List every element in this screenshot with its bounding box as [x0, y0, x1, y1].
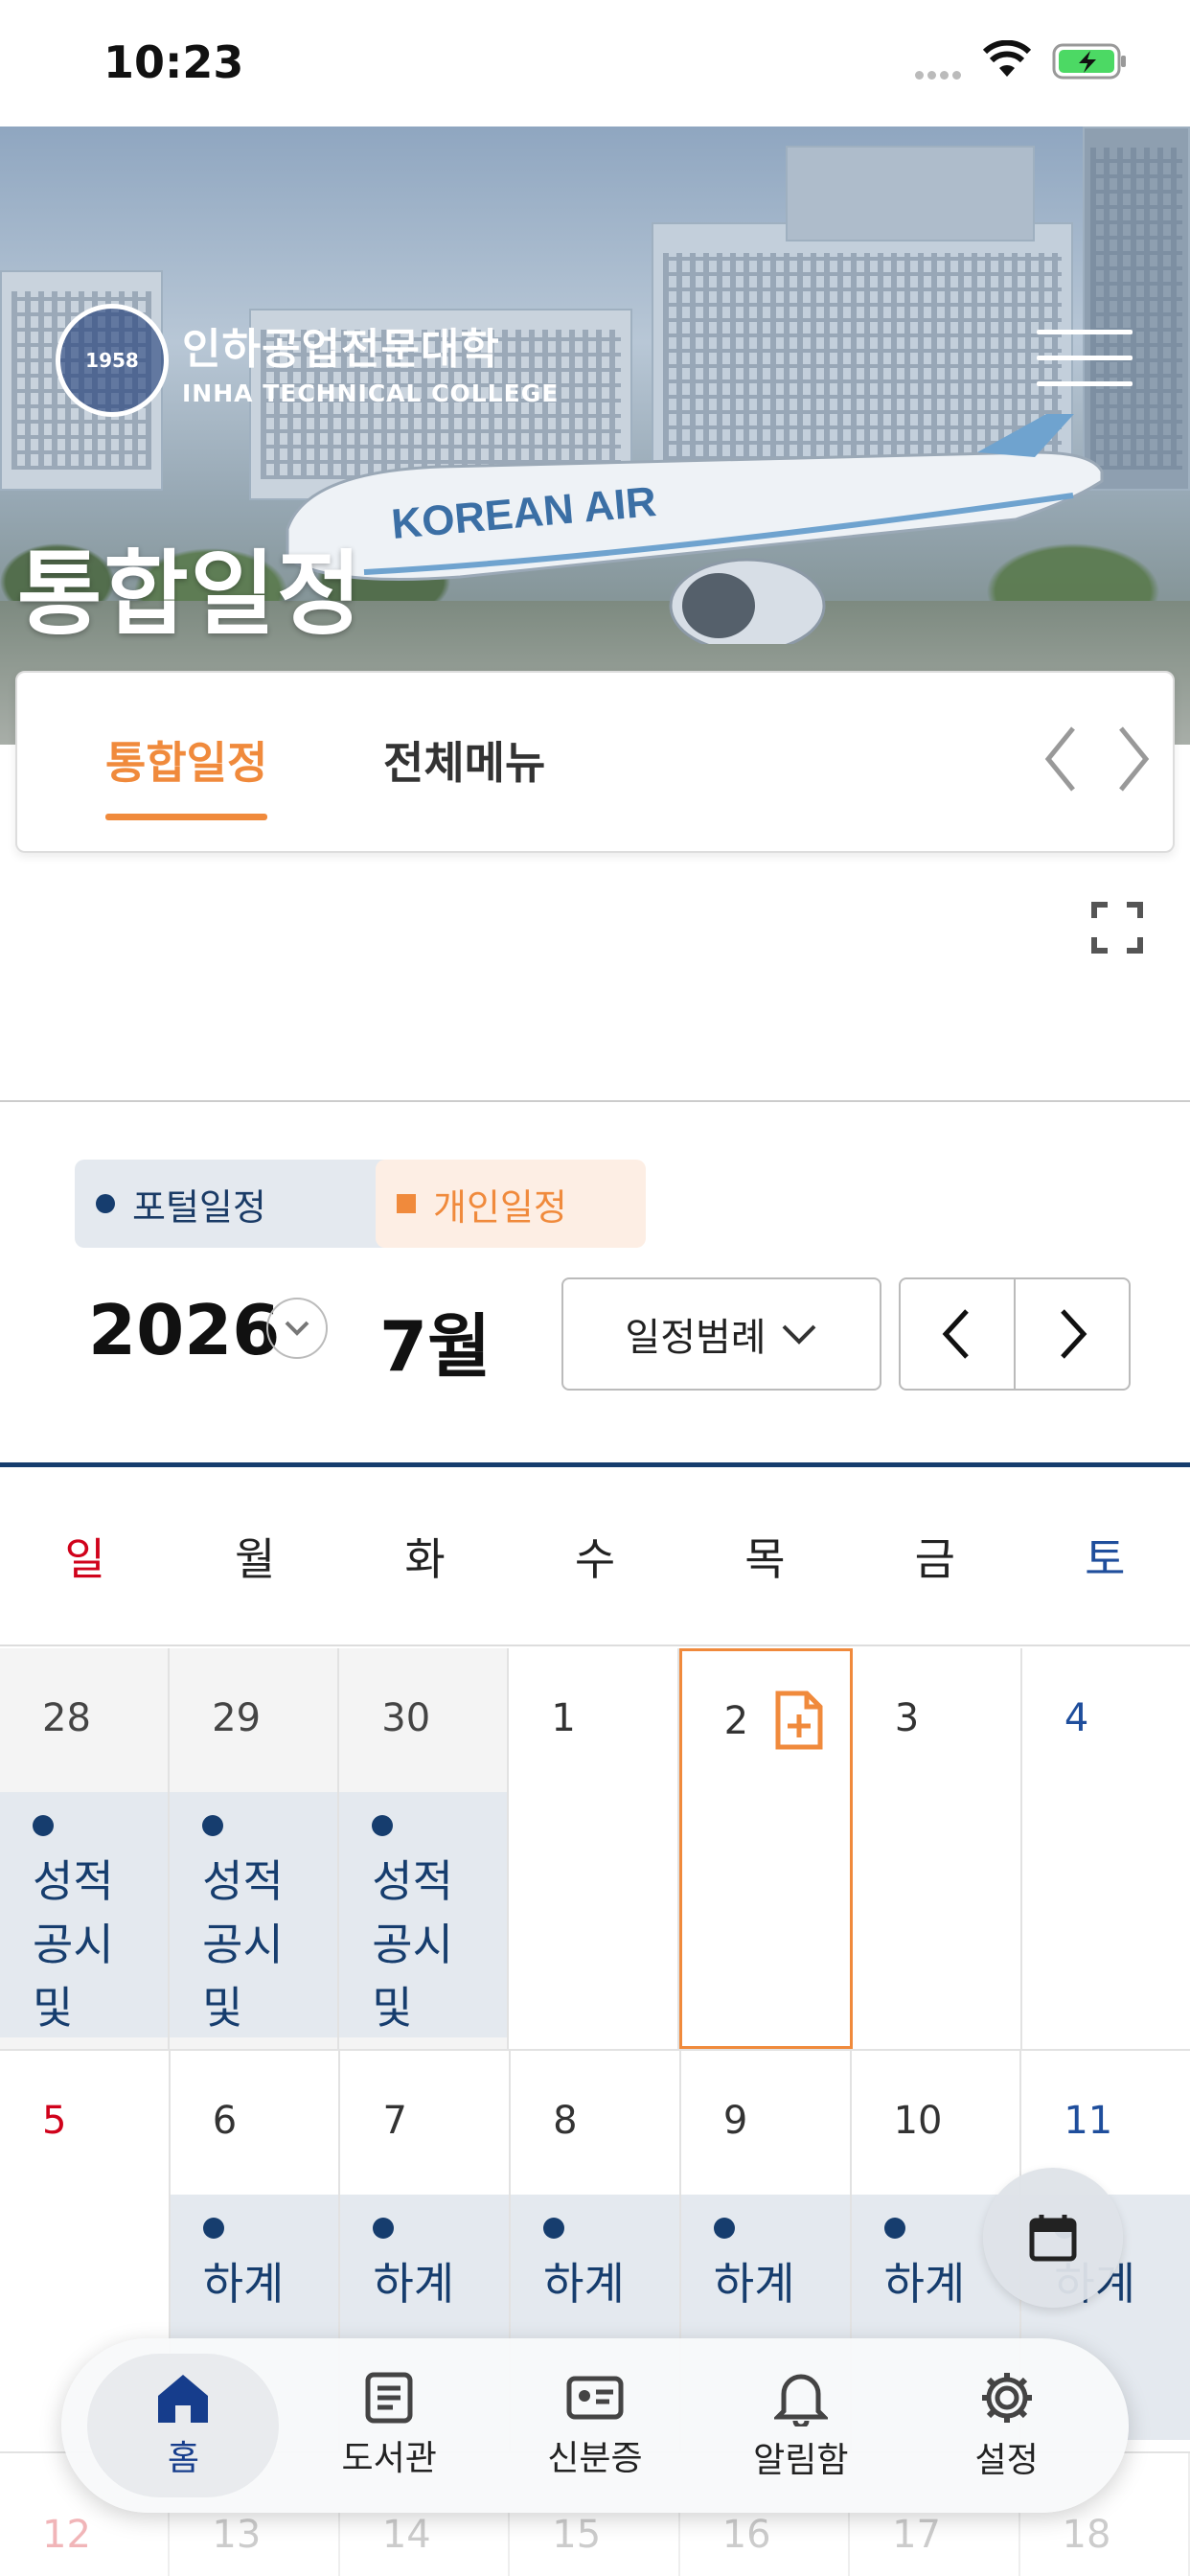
college-seal: 1958: [56, 304, 169, 417]
tab-library-label: 도서관: [341, 2439, 437, 2478]
month-label: 7월: [379, 1306, 492, 1387]
event-title: 하계: [883, 2258, 966, 2310]
college-name-en: INHA TECHNICAL COLLEGE: [182, 379, 560, 407]
college-name-ko: 인하공업전문대학: [182, 324, 500, 374]
id-card-icon: [566, 2376, 624, 2420]
tab-all-menu[interactable]: 전체메뉴: [383, 728, 545, 792]
schedule-legend-button[interactable]: 일정범례: [561, 1277, 881, 1391]
day-number: 2: [723, 1699, 749, 1743]
day-cell[interactable]: 1: [509, 1648, 679, 2049]
prev-month-button[interactable]: [901, 1279, 1016, 1389]
gear-icon: [981, 2373, 1032, 2423]
day-number: 7: [382, 2099, 407, 2143]
day-number: 8: [553, 2099, 578, 2143]
tab-notifications-label: 알림함: [753, 2441, 849, 2480]
weekday-header: 일 월 화 수 목 금 토: [0, 1468, 1190, 1646]
event-title: 성적공시및: [202, 1855, 284, 2034]
day-number: 30: [381, 1696, 431, 1740]
weekday-sat: 토: [1085, 1533, 1126, 1585]
bell-icon: [773, 2374, 828, 2426]
day-cell[interactable]: 4: [1021, 1648, 1190, 2049]
hero-banner: KOREAN AIR 1958 인하공업전문대학 INHA TECHNICAL …: [0, 126, 1190, 745]
day-number: 1: [551, 1696, 576, 1740]
college-logo[interactable]: 1958 인하공업전문대학 INHA TECHNICAL COLLEGE: [56, 304, 559, 417]
day-number: 11: [1064, 2099, 1113, 2143]
day-cell[interactable]: 28 성적공시및: [0, 1648, 171, 2049]
tab-id-card-label: 신분증: [547, 2439, 643, 2478]
day-number: 4: [1064, 1696, 1089, 1740]
add-event-icon[interactable]: [774, 1690, 824, 1751]
event-title: 하계: [713, 2258, 795, 2310]
chevron-right-icon[interactable]: [1110, 721, 1157, 797]
event-title: 하계: [373, 2258, 455, 2310]
tab-settings[interactable]: 설정: [911, 2354, 1103, 2497]
event-title: 성적공시및: [372, 1855, 453, 2034]
page-title: 통합일정: [17, 540, 364, 648]
event-item[interactable]: 성적공시및: [170, 1792, 338, 2037]
weekday-sun: 일: [64, 1533, 105, 1585]
tab-integrated-schedule[interactable]: 통합일정: [105, 728, 268, 820]
day-cell[interactable]: 3: [852, 1648, 1022, 2049]
event-title: 하계: [202, 2258, 285, 2310]
book-icon: [365, 2372, 413, 2424]
portal-chip-label: 포털일정: [132, 1185, 266, 1229]
personal-chip-label: 개인일정: [433, 1185, 567, 1229]
status-time: 10:23: [103, 36, 244, 88]
tab-library[interactable]: 도서관: [293, 2354, 485, 2497]
day-cell-today[interactable]: 2: [678, 1648, 853, 2049]
calendar-fab-button[interactable]: [983, 2168, 1123, 2308]
fullscreen-icon[interactable]: [1090, 901, 1144, 954]
event-item[interactable]: 성적공시및: [0, 1792, 169, 2037]
day-number: 29: [212, 1696, 262, 1740]
chevron-down-icon: [285, 1321, 309, 1336]
weekday-fri: 금: [914, 1533, 955, 1585]
signal-icon: [915, 65, 965, 83]
portal-schedule-chip[interactable]: 포털일정: [75, 1160, 393, 1248]
chevron-left-icon: [942, 1309, 969, 1359]
hamburger-menu-icon[interactable]: [1037, 330, 1133, 391]
next-month-button[interactable]: [1016, 1279, 1129, 1389]
day-cell[interactable]: 30 성적공시및: [339, 1648, 510, 2049]
day-number: 28: [42, 1696, 91, 1740]
home-icon: [158, 2375, 209, 2423]
weekday-thu: 목: [744, 1533, 786, 1585]
status-bar: 10:23: [0, 0, 1190, 126]
calendar-grid: 28 성적공시및 29 성적공시및 30 성적공시및 1 2 3 4 5 6 하…: [0, 1648, 1190, 2453]
calendar-divider: [0, 1462, 1190, 1467]
day-number: 9: [722, 2099, 748, 2143]
calendar-week: 28 성적공시및 29 성적공시및 30 성적공시및 1 2 3 4: [0, 1648, 1190, 2051]
day-cell[interactable]: 29 성적공시및: [170, 1648, 340, 2049]
event-item[interactable]: 성적공시및: [339, 1792, 508, 2037]
day-number: 3: [894, 1696, 920, 1740]
tab-id-card[interactable]: 신분증: [499, 2354, 691, 2497]
day-number: 6: [212, 2099, 238, 2143]
weekday-tue: 화: [404, 1533, 446, 1585]
event-title: 성적공시및: [33, 1855, 114, 2034]
month-nav: [899, 1277, 1131, 1391]
year-label: 2026: [88, 1290, 281, 1370]
event-title: 하계: [543, 2258, 625, 2310]
airplane-image: KOREAN AIR: [286, 414, 1104, 644]
chevron-left-icon[interactable]: [1037, 721, 1085, 797]
personal-schedule-chip[interactable]: 개인일정: [376, 1160, 646, 1248]
wifi-icon: [982, 40, 1032, 77]
year-dropdown-toggle[interactable]: [266, 1298, 328, 1359]
battery-charging-icon: [1052, 43, 1126, 80]
legend-button-label: 일정범례: [625, 1316, 767, 1360]
weekday-mon: 월: [234, 1533, 276, 1585]
chevron-down-icon: [782, 1324, 816, 1345]
tab-card: 통합일정 전체메뉴: [15, 671, 1175, 853]
calendar-icon: [1029, 2215, 1077, 2262]
day-number: 5: [42, 2099, 67, 2143]
tab-home[interactable]: 홈: [87, 2354, 280, 2497]
tab-notifications[interactable]: 알림함: [705, 2354, 897, 2497]
tab-settings-label: 설정: [974, 2441, 1039, 2480]
chevron-right-icon: [1061, 1309, 1087, 1359]
tab-home-label: 홈: [167, 2439, 199, 2478]
weekday-wed: 수: [574, 1533, 616, 1585]
bottom-tab-bar: 홈 도서관 신분증 알림함 설정: [61, 2338, 1129, 2513]
day-number: 10: [893, 2099, 943, 2143]
